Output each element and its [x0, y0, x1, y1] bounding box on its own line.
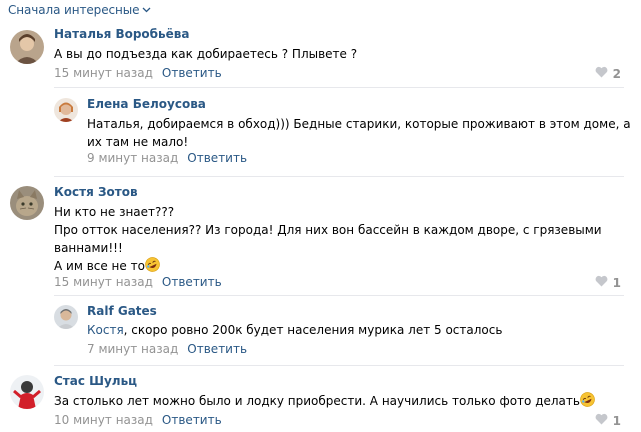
comment-author[interactable]: Наталья Воробьёва — [54, 27, 189, 41]
avatar[interactable] — [54, 98, 78, 122]
comment-time[interactable]: 9 минут назад — [87, 151, 178, 165]
like-count: 2 — [612, 66, 621, 81]
chevron-down-icon — [142, 2, 151, 16]
comment-text: За столько лет можно было и лодку приобр… — [54, 392, 595, 410]
divider — [54, 365, 624, 366]
reply-button[interactable]: Ответить — [187, 342, 247, 356]
avatar[interactable] — [10, 186, 44, 220]
heart-icon — [595, 275, 608, 290]
comment-text: Ни кто не знает??? Про отток населения??… — [54, 205, 602, 273]
comment-author[interactable]: Костя Зотов — [54, 185, 138, 199]
like-button[interactable]: 1 — [595, 413, 621, 428]
comment-meta: 15 минут назад Ответить — [54, 66, 222, 80]
comment-author[interactable]: Елена Белоусова — [87, 97, 206, 111]
comment-text: Костя, скоро ровно 200к будет населения … — [87, 323, 503, 337]
comment-text: Наталья, добираемся в обход))) Бедные ст… — [87, 117, 631, 149]
comment-time[interactable]: 15 минут назад — [54, 66, 153, 80]
like-button[interactable]: 1 — [595, 275, 621, 290]
comment-meta: 7 минут назад Ответить — [87, 342, 247, 356]
comment-time[interactable]: 10 минут назад — [54, 413, 153, 427]
reply-button[interactable]: Ответить — [162, 413, 222, 427]
rofl-emoji-icon — [580, 392, 595, 407]
sort-label: Сначала интересные — [8, 3, 140, 17]
divider — [54, 295, 624, 296]
reply-button[interactable]: Ответить — [162, 66, 222, 80]
like-count: 1 — [612, 413, 621, 428]
heart-icon — [595, 66, 608, 81]
comment-author[interactable]: Стас Шульц — [54, 374, 137, 388]
avatar[interactable] — [54, 305, 78, 329]
comment-text: А вы до подъезда как добираетесь ? Плыве… — [54, 47, 358, 61]
comment-meta: 10 минут назад Ответить — [54, 413, 222, 427]
comment-meta: 9 минут назад Ответить — [87, 151, 247, 165]
like-count: 1 — [612, 275, 621, 290]
avatar[interactable] — [10, 30, 44, 64]
comment-author[interactable]: Ralf Gates — [87, 304, 157, 318]
reply-button[interactable]: Ответить — [187, 151, 247, 165]
like-button[interactable]: 2 — [595, 66, 621, 81]
comment-time[interactable]: 7 минут назад — [87, 342, 178, 356]
reply-button[interactable]: Ответить — [162, 275, 222, 289]
divider — [54, 176, 624, 177]
sort-dropdown[interactable]: Сначала интересные — [8, 2, 151, 17]
comment-time[interactable]: 15 минут назад — [54, 275, 153, 289]
heart-icon — [595, 413, 608, 428]
comment-meta: 15 минут назад Ответить — [54, 275, 222, 289]
divider — [54, 87, 624, 88]
avatar[interactable] — [10, 375, 44, 409]
rofl-emoji-icon — [145, 257, 160, 272]
mention-link[interactable]: Костя — [87, 323, 124, 337]
